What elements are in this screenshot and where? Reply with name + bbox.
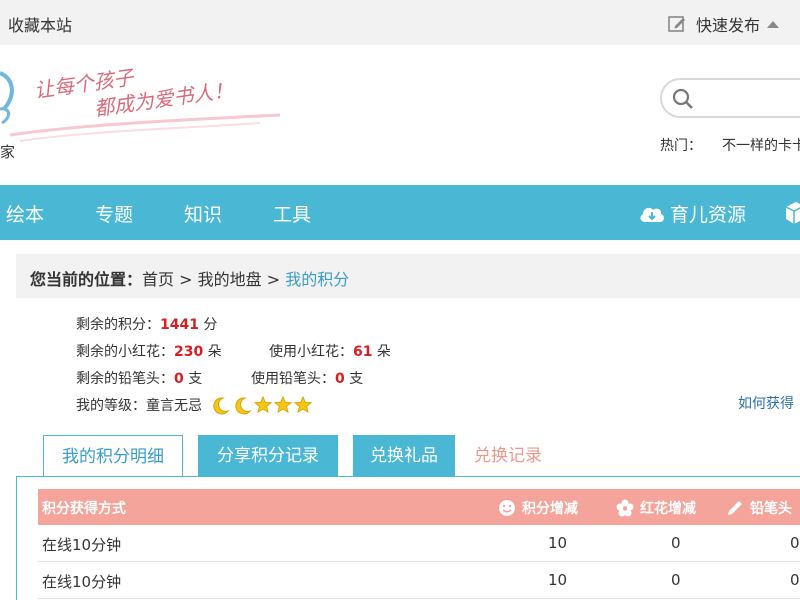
top-bar: 收藏本站 快速发布: [0, 0, 800, 45]
level-label: 我的等级：: [76, 398, 146, 414]
search-input[interactable]: [702, 86, 800, 110]
used-pencils-value: 0: [335, 371, 345, 387]
search-box[interactable]: [660, 78, 800, 118]
col-header-pencils: 铅笔头: [726, 498, 792, 518]
flower-icon: [616, 499, 634, 517]
tab-redeem-history[interactable]: 兑换记录: [460, 435, 556, 477]
nav-item-tools[interactable]: 工具: [273, 200, 311, 227]
breadcrumb-parent[interactable]: 我的地盘: [198, 270, 262, 289]
hot-label: 热门：: [660, 138, 702, 154]
level-value: 童言无忌: [146, 398, 202, 414]
pencils-value: 0: [174, 371, 184, 387]
favorite-link[interactable]: 收藏本站: [8, 12, 72, 36]
col-header-method: 积分获得方式: [42, 498, 126, 518]
moon-icon: [213, 397, 231, 415]
hot-item[interactable]: 不一样的卡卡: [722, 138, 800, 154]
pencils-label: 剩余的铅笔头：: [76, 371, 174, 387]
breadcrumb-current[interactable]: 我的积分: [285, 270, 349, 289]
edit-icon: [668, 16, 685, 32]
flowers-label: 剩余的小红花：: [76, 344, 174, 360]
main-nav: 绘本 专题 知识 工具 育儿资源: [0, 185, 800, 240]
site-header: 家 让每个孩子 都成为爱书人！ 热门： 不一样的卡卡: [0, 45, 800, 185]
pencils-row: 剩余的铅笔头：0 支 使用铅笔头：0 支: [76, 366, 363, 393]
nav-item-knowledge[interactable]: 知识: [184, 200, 222, 227]
table-header: 积分获得方式 积分增减 红花增减 铅笔头: [38, 489, 800, 525]
cell-points: 10: [548, 571, 568, 589]
cell-flowers: 0: [671, 534, 681, 552]
col-header-flowers: 红花增减: [616, 498, 696, 518]
used-flowers: 使用小红花：61 朵: [269, 339, 391, 366]
col-header-points: 积分增减: [498, 498, 578, 518]
breadcrumb-home[interactable]: 首页: [142, 270, 174, 289]
breadcrumb-label: 您当前的位置：: [30, 270, 143, 289]
tab-redeem-gifts[interactable]: 兑换礼品: [353, 435, 455, 477]
quick-post-button[interactable]: 快速发布: [668, 12, 780, 36]
quick-post-label: 快速发布: [696, 16, 761, 35]
caret-up-icon: [767, 20, 780, 28]
breadcrumb: 您当前的位置：首页 > 我的地盘 > 我的积分: [30, 266, 349, 290]
star-icon: [294, 396, 313, 414]
col-header-flowers-label: 红花增减: [640, 501, 696, 517]
level-row: 我的等级：童言无忌: [76, 393, 314, 420]
smiley-icon: [499, 500, 515, 516]
used-flowers-value: 61: [353, 344, 373, 360]
used-pencils-label: 使用铅笔头：: [251, 371, 335, 387]
box-icon[interactable]: [784, 201, 800, 225]
used-flowers-label: 使用小红花：: [269, 344, 353, 360]
col-header-pencils-label: 铅笔头: [750, 501, 792, 517]
star-icon: [254, 396, 273, 414]
table-row: 在线10分钟 10 0 0: [38, 525, 800, 562]
col-header-points-label: 积分增减: [522, 501, 578, 517]
breadcrumb-bar: 您当前的位置：首页 > 我的地盘 > 我的积分: [16, 254, 800, 298]
cell-pencils: 0: [790, 571, 800, 589]
flowers-row: 剩余的小红花：230 朵 使用小红花：61 朵: [76, 339, 391, 366]
flowers-value: 230: [174, 344, 204, 360]
cell-pencils: 0: [790, 534, 800, 552]
cell-points: 10: [548, 534, 568, 552]
logo-text: 家: [0, 143, 16, 161]
points-value: 1441: [160, 317, 199, 333]
tab-points-detail[interactable]: 我的积分明细: [43, 435, 183, 477]
cloud-download-icon: [640, 207, 664, 222]
cell-flowers: 0: [671, 571, 681, 589]
nav-item-picture-books[interactable]: 绘本: [6, 200, 44, 227]
nav-resources-label: 育儿资源: [670, 204, 747, 226]
points-summary: 剩余的积分：1441 分 剩余的小红花：230 朵 使用小红花：61 朵 剩余的…: [76, 312, 391, 420]
breadcrumb-separator: >: [174, 270, 198, 289]
used-pencils: 使用铅笔头：0 支: [251, 366, 363, 393]
used-pencils-unit: 支: [344, 371, 364, 387]
flowers-unit: 朵: [203, 344, 222, 360]
how-to-earn-link[interactable]: 如何获得: [738, 393, 794, 413]
star-icon: [274, 396, 293, 414]
level-badges: [210, 396, 314, 416]
cell-method: 在线10分钟: [42, 573, 122, 591]
hot-searches: 热门： 不一样的卡卡: [660, 135, 800, 155]
pencil-icon: [728, 501, 742, 515]
used-flowers-unit: 朵: [372, 344, 391, 360]
col-header-method-label: 积分获得方式: [42, 501, 126, 517]
nav-item-resources[interactable]: 育儿资源: [638, 200, 746, 227]
pencils-unit: 支: [183, 371, 203, 387]
search-icon[interactable]: [672, 88, 694, 110]
nav-item-topics[interactable]: 专题: [95, 200, 133, 227]
points-row: 剩余的积分：1441 分: [76, 312, 314, 339]
cell-method: 在线10分钟: [42, 536, 122, 554]
points-label: 剩余的积分：: [76, 317, 160, 333]
tab-share-points[interactable]: 分享积分记录: [198, 435, 338, 477]
breadcrumb-separator: >: [261, 270, 286, 289]
table-row: 在线10分钟 10 0 0: [38, 562, 800, 599]
moon-icon: [235, 397, 253, 415]
points-unit: 分: [198, 317, 218, 333]
